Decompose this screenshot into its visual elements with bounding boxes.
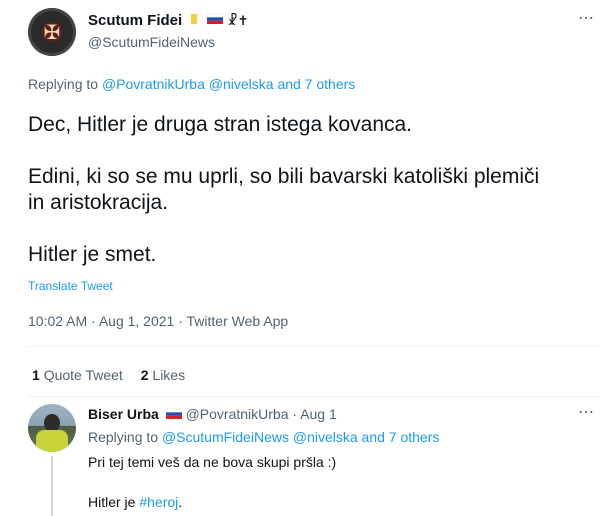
replying-others-link[interactable]: and 7 others — [277, 76, 355, 92]
reply-text: Pri tej temi veš da ne bova skupi pršla … — [88, 452, 336, 512]
author-name[interactable]: Scutum Fidei — [88, 12, 182, 29]
reply-replying-to: Replying to @ScutumFideiNews @nivelska a… — [88, 429, 440, 445]
reply-line: Hitler je #heroj. — [88, 494, 183, 510]
quote-label: Quote Tweet — [43, 367, 123, 383]
tweet-line: Edini, ki so se mu uprli, so bili bavars… — [28, 165, 540, 188]
tweet-line: in aristokracija. — [28, 191, 169, 214]
tweet-stats: 1 Quote Tweet 2 Likes — [32, 367, 185, 383]
hashtag-link[interactable]: #heroj — [139, 494, 178, 510]
avatar[interactable] — [28, 404, 76, 452]
reply-header: Biser Urba @PovratnikUrba · Aug 1 — [88, 406, 337, 423]
more-options-icon[interactable]: ⋯ — [578, 8, 595, 28]
replying-others-link[interactable]: and 7 others — [362, 429, 440, 445]
replying-to: Replying to @PovratnikUrba @nivelska and… — [28, 76, 356, 92]
tweet-text: Dec, Hitler je druga stran istega kovanc… — [28, 112, 539, 268]
likes-count: 2 — [140, 367, 149, 383]
reply-meta[interactable]: @PovratnikUrba · Aug 1 — [186, 406, 337, 422]
divider — [28, 396, 600, 397]
quote-count: 1 — [32, 367, 40, 383]
quote-tweets-link[interactable]: 1 Quote Tweet — [32, 367, 127, 383]
tweet-timestamp[interactable]: 10:02 AM · Aug 1, 2021 · Twitter Web App — [28, 313, 288, 329]
likes-label: Likes — [152, 367, 186, 383]
likes-link[interactable]: 2 Likes — [141, 367, 185, 383]
translate-tweet-link[interactable]: Translate Tweet — [28, 279, 113, 293]
more-options-icon[interactable]: ⋯ — [578, 402, 595, 422]
author-name-row[interactable]: Scutum Fidei ☧✝ — [88, 12, 249, 30]
author-handle[interactable]: @ScutumFideiNews — [88, 34, 215, 50]
reply-author-name[interactable]: Biser Urba — [88, 406, 159, 422]
divider — [28, 346, 600, 347]
tweet-line: Dec, Hitler je druga stran istega kovanc… — [28, 113, 413, 136]
slovenia-flag-icon — [165, 407, 182, 423]
thread-line — [51, 456, 53, 516]
reply-line: Pri tej temi veš da ne bova skupi pršla … — [88, 454, 337, 470]
name-suffix: ☧✝ — [227, 14, 249, 30]
avatar[interactable]: ✠ — [28, 8, 76, 56]
vatican-flag-icon — [190, 12, 203, 30]
replying-handles-link[interactable]: @ScutumFideiNews @nivelska — [162, 429, 358, 445]
replying-handles-link[interactable]: @PovratnikUrba @nivelska — [102, 76, 274, 92]
emblem-icon: ✠ — [43, 20, 61, 44]
tweet-line: Hitler je smet. — [28, 243, 157, 266]
slovenia-flag-icon — [206, 12, 224, 30]
